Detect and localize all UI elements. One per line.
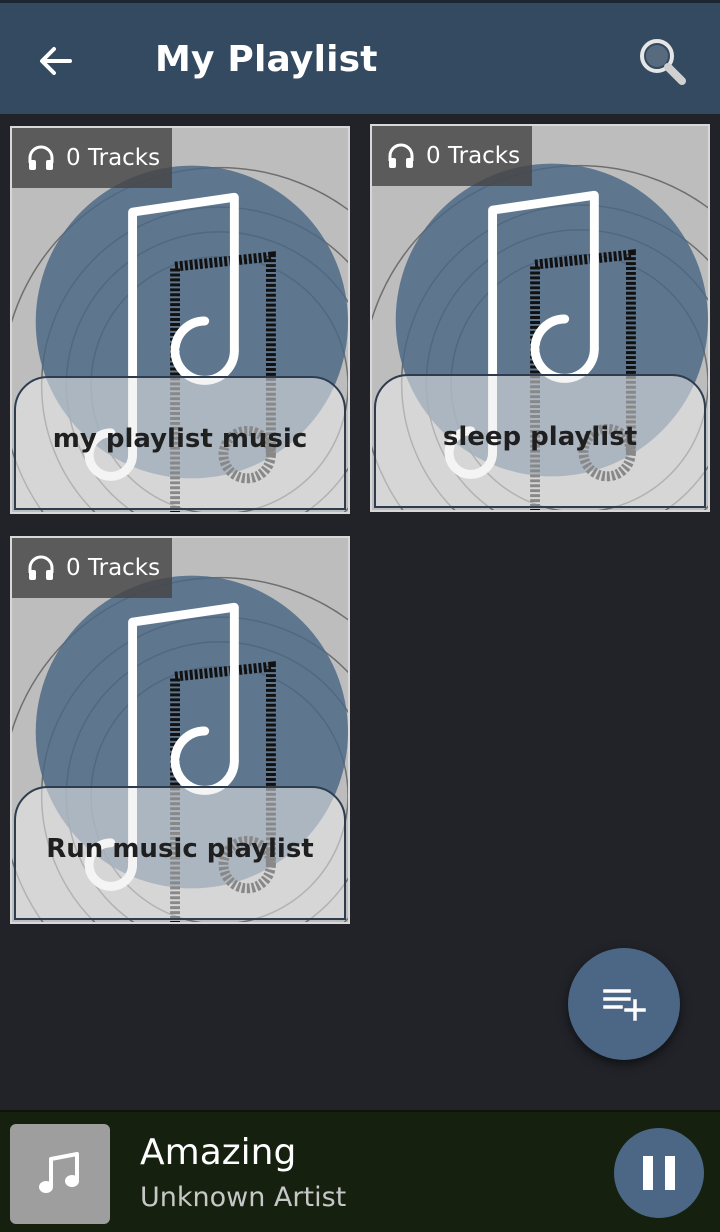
headphones-icon xyxy=(28,555,54,580)
add-playlist-button[interactable] xyxy=(568,948,680,1060)
playlist-card[interactable]: 0 Tracks sleep playlist xyxy=(370,124,710,512)
playlist-add-icon xyxy=(603,989,646,1021)
playlist-name: my playlist music xyxy=(52,424,308,454)
playlist-name: Run music playlist xyxy=(46,834,314,864)
album-thumbnail xyxy=(10,1124,110,1224)
page-title: My Playlist xyxy=(155,39,378,80)
headphones-icon xyxy=(388,143,414,168)
song-title: Amazing xyxy=(140,1132,297,1173)
playlist-card[interactable]: 0 Tracks Run music playlist xyxy=(10,536,350,924)
track-count-label: 0 Tracks xyxy=(426,143,521,169)
track-count-label: 0 Tracks xyxy=(66,145,161,171)
playlist-name: sleep playlist xyxy=(442,422,638,452)
playlist-label-panel: sleep playlist xyxy=(374,374,706,508)
search-icon xyxy=(640,39,686,85)
headphones-icon xyxy=(28,145,54,170)
playlist-label-panel: Run music playlist xyxy=(14,786,346,920)
track-count-label: 0 Tracks xyxy=(66,555,161,581)
track-count-badge: 0 Tracks xyxy=(12,128,173,188)
now-playing-bar[interactable]: Amazing Unknown Artist xyxy=(0,1110,720,1232)
music-note-icon xyxy=(39,1152,79,1193)
playlist-label-panel: my playlist music xyxy=(14,376,346,510)
track-count-badge: 0 Tracks xyxy=(12,538,173,598)
artist-name: Unknown Artist xyxy=(140,1182,347,1213)
back-button[interactable] xyxy=(28,33,84,89)
app-bar: My Playlist xyxy=(0,0,720,114)
pause-icon xyxy=(643,1156,675,1190)
arrow-left-icon xyxy=(40,47,72,75)
playlist-card[interactable]: 0 Tracks my playlist music xyxy=(10,126,350,514)
track-count-badge: 0 Tracks xyxy=(372,126,533,186)
search-button[interactable] xyxy=(632,31,692,91)
pause-button[interactable] xyxy=(614,1128,704,1218)
